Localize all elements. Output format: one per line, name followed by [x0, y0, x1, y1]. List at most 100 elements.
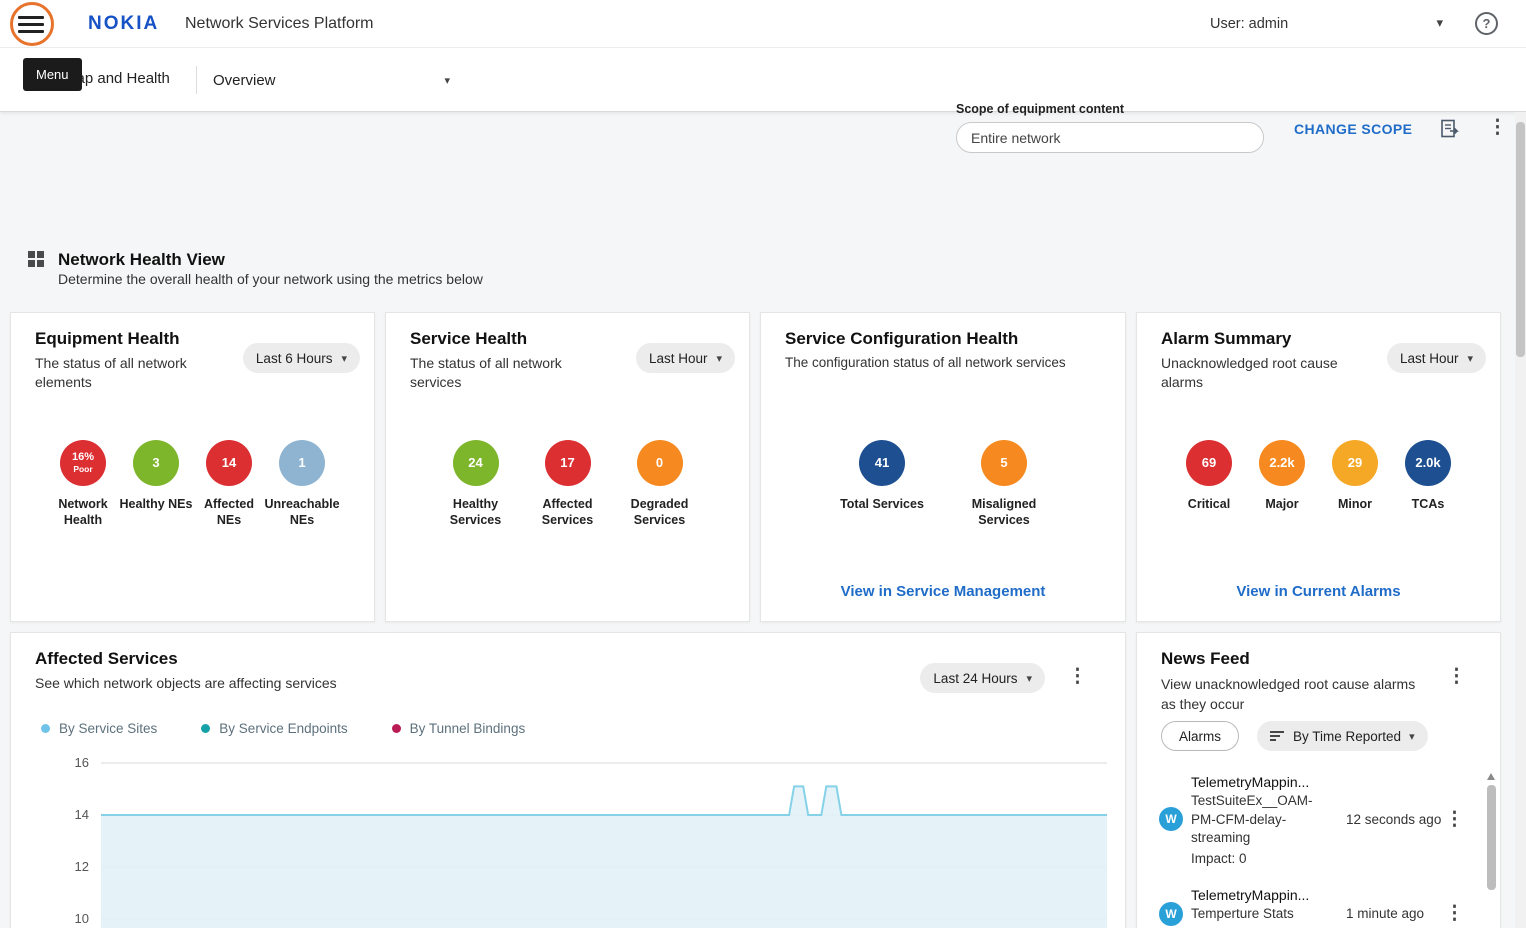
news-item-overflow-icon[interactable]: ⋮ — [1445, 808, 1464, 831]
card-title: Service Health — [410, 329, 527, 349]
metric-circle: 41 — [859, 440, 905, 486]
metric-unreachable-nes: 1 Unreachable NEs — [266, 440, 339, 529]
help-icon[interactable]: ? — [1475, 12, 1498, 35]
time-filter-label: Last Hour — [1400, 351, 1459, 366]
metric-value: 29 — [1348, 456, 1362, 470]
view-in-current-alarms-link[interactable]: View in Current Alarms — [1137, 583, 1500, 600]
top-header: NOKIA Network Services Platform User: ad… — [0, 0, 1526, 48]
card-title: News Feed — [1161, 649, 1250, 669]
user-menu[interactable]: User: admin ▾ — [1205, 0, 1455, 48]
svg-text:12: 12 — [75, 859, 89, 874]
card-title: Affected Services — [35, 649, 178, 669]
metric-critical-alarms: 69 Critical — [1173, 440, 1246, 512]
metric-label: Total Services — [840, 496, 924, 512]
page-subtitle: Determine the overall health of your net… — [58, 271, 483, 287]
metric-value: 1 — [298, 456, 305, 470]
metric-value: 14 — [222, 456, 236, 470]
chevron-down-icon: ▾ — [341, 352, 347, 365]
scope-input[interactable]: Entire network — [956, 122, 1264, 153]
time-filter-dropdown[interactable]: Last Hour ▾ — [1387, 343, 1486, 373]
newsfeed-scrollbar — [1487, 773, 1496, 928]
metric-misaligned-services: 5 Misaligned Services — [959, 440, 1049, 529]
metric-total-services: 41 Total Services — [837, 440, 927, 529]
metric-label: Critical — [1188, 496, 1230, 512]
svg-text:16: 16 — [75, 755, 89, 770]
metric-tcas: 2.0k TCAs — [1392, 440, 1465, 512]
metric-degraded-services: 0 Degraded Services — [617, 440, 703, 529]
metric-circle: 5 — [981, 440, 1027, 486]
metric-circle: 1 — [279, 440, 325, 486]
news-feed-filters: Alarms By Time Reported ▾ — [1161, 721, 1428, 751]
sort-dropdown[interactable]: By Time Reported ▾ — [1257, 721, 1428, 751]
legend-by-service-sites[interactable]: By Service Sites — [41, 721, 157, 736]
metric-label: Minor — [1338, 496, 1372, 512]
metric-value: 2.0k — [1415, 456, 1440, 470]
menu-bar — [18, 30, 44, 33]
svg-text:14: 14 — [75, 807, 89, 822]
view-in-service-management-link[interactable]: View in Service Management — [761, 583, 1125, 600]
news-item-desc: TestSuiteEx__OAM-PM-CFM-delay-streaming — [1191, 792, 1336, 848]
card-subtitle: The status of all network elements — [35, 354, 213, 392]
metric-subvalue: Poor — [73, 464, 92, 474]
news-item-overflow-icon[interactable]: ⋮ — [1445, 902, 1464, 925]
alarm-summary-card: Alarm Summary Unacknowledged root cause … — [1136, 312, 1501, 622]
card-title: Equipment Health — [35, 329, 180, 349]
metric-value: 3 — [152, 456, 159, 470]
app-title: Network Services Platform — [185, 15, 374, 33]
metric-value: 69 — [1202, 456, 1216, 470]
legend-label: By Service Endpoints — [219, 721, 347, 736]
alarms-filter-chip[interactable]: Alarms — [1161, 721, 1239, 751]
chevron-down-icon: ▾ — [1467, 352, 1473, 365]
time-filter-dropdown[interactable]: Last 24 Hours ▾ — [920, 663, 1045, 693]
legend-label: By Tunnel Bindings — [410, 721, 526, 736]
legend-by-tunnel-bindings[interactable]: By Tunnel Bindings — [392, 721, 526, 736]
affected-services-chart: 1614121086# of Affected Services — [25, 751, 1113, 928]
chevron-down-icon: ▾ — [1409, 730, 1415, 743]
page-scrollbar — [1515, 112, 1526, 928]
avatar: W — [1159, 902, 1183, 926]
divider — [196, 66, 197, 94]
legend-label: By Service Sites — [59, 721, 157, 736]
news-item-title: TelemetryMappin... — [1191, 773, 1336, 792]
scroll-up-icon[interactable] — [1487, 773, 1495, 780]
metric-label: TCAs — [1412, 496, 1445, 512]
metric-circle: 2.2k — [1259, 440, 1305, 486]
metrics-row: 16% Poor Network Health 3 Healthy NEs 14 — [11, 440, 374, 529]
toolbar-overflow-icon[interactable]: ⋮ — [1488, 116, 1507, 139]
card-overflow-icon[interactable]: ⋮ — [1068, 665, 1087, 688]
menu-icon[interactable] — [18, 12, 44, 36]
metric-label: Affected NEs — [193, 496, 266, 529]
metric-label: Healthy NEs — [120, 496, 193, 512]
time-filter-dropdown[interactable]: Last 6 Hours ▾ — [243, 343, 360, 373]
card-subtitle: The configuration status of all network … — [785, 354, 1100, 372]
main-content: Network Health View Determine the overal… — [0, 112, 1526, 928]
change-scope-button[interactable]: CHANGE SCOPE — [1294, 121, 1412, 137]
news-feed-item[interactable]: W TelemetryMappin... TestSuiteEx__OAM-PM… — [1137, 763, 1490, 876]
affected-services-card: Affected Services See which network obje… — [10, 632, 1126, 928]
card-subtitle: View unacknowledged root cause alarms as… — [1161, 675, 1433, 714]
news-item-text: TelemetryMappin... TestSuiteEx__OAM-PM-C… — [1191, 773, 1336, 866]
metric-circle: 17 — [545, 440, 591, 486]
time-filter-dropdown[interactable]: Last Hour ▾ — [636, 343, 735, 373]
metric-value: 2.2k — [1269, 456, 1294, 470]
news-feed-item[interactable]: W TelemetryMappin... Temperture Stats Im… — [1137, 876, 1490, 928]
toolbar: Map and Health Overview ▾ Scope of equip… — [0, 48, 1526, 112]
metrics-row: 41 Total Services 5 Misaligned Services — [761, 440, 1125, 529]
avatar: W — [1159, 807, 1183, 831]
metric-healthy-nes: 3 Healthy NEs — [120, 440, 193, 529]
legend-by-service-endpoints[interactable]: By Service Endpoints — [201, 721, 347, 736]
card-overflow-icon[interactable]: ⋮ — [1447, 665, 1466, 688]
newsfeed-scrollbar-thumb[interactable] — [1487, 785, 1496, 890]
page-scrollbar-thumb[interactable] — [1516, 122, 1525, 357]
menu-bar — [18, 16, 44, 19]
view-selector[interactable]: Overview ▾ — [213, 62, 450, 98]
metric-value: 5 — [1000, 456, 1007, 470]
news-item-impact: Impact: 0 — [1191, 851, 1336, 866]
scope-label: Scope of equipment content — [956, 102, 1124, 116]
metric-network-health: 16% Poor Network Health — [47, 440, 120, 529]
metric-label: Degraded Services — [617, 496, 703, 529]
report-icon[interactable] — [1438, 118, 1460, 140]
metric-circle: 14 — [206, 440, 252, 486]
metrics-row: 24 Healthy Services 17 Affected Services… — [386, 440, 749, 529]
view-selector-label: Overview — [213, 72, 276, 89]
